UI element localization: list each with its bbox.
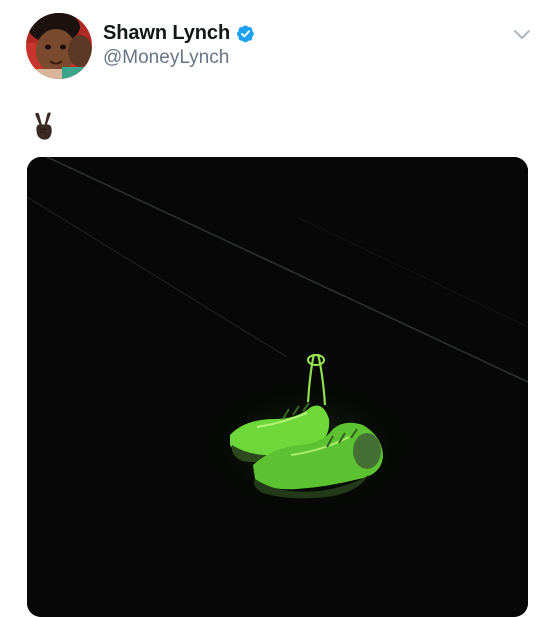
tweet-text: ✌🏿 — [30, 110, 60, 142]
tweet-media-photo[interactable] — [27, 157, 528, 617]
chevron-down-icon[interactable] — [512, 28, 532, 42]
verified-badge-icon — [236, 24, 255, 43]
author-handle[interactable]: @MoneyLynch — [103, 47, 255, 69]
author-name-row: Shawn Lynch — [103, 20, 255, 46]
avatar-image — [26, 13, 92, 79]
tweet: Shawn Lynch @MoneyLynch ✌🏿 — [0, 0, 555, 617]
shoes-on-power-line-photo — [27, 157, 528, 617]
tweet-text-content: ✌🏿 — [30, 110, 31, 111]
author-avatar[interactable] — [26, 13, 92, 79]
victory-hand-emoji-icon — [35, 112, 52, 140]
tweet-author: Shawn Lynch @MoneyLynch — [103, 20, 255, 69]
author-display-name[interactable]: Shawn Lynch — [103, 22, 230, 45]
